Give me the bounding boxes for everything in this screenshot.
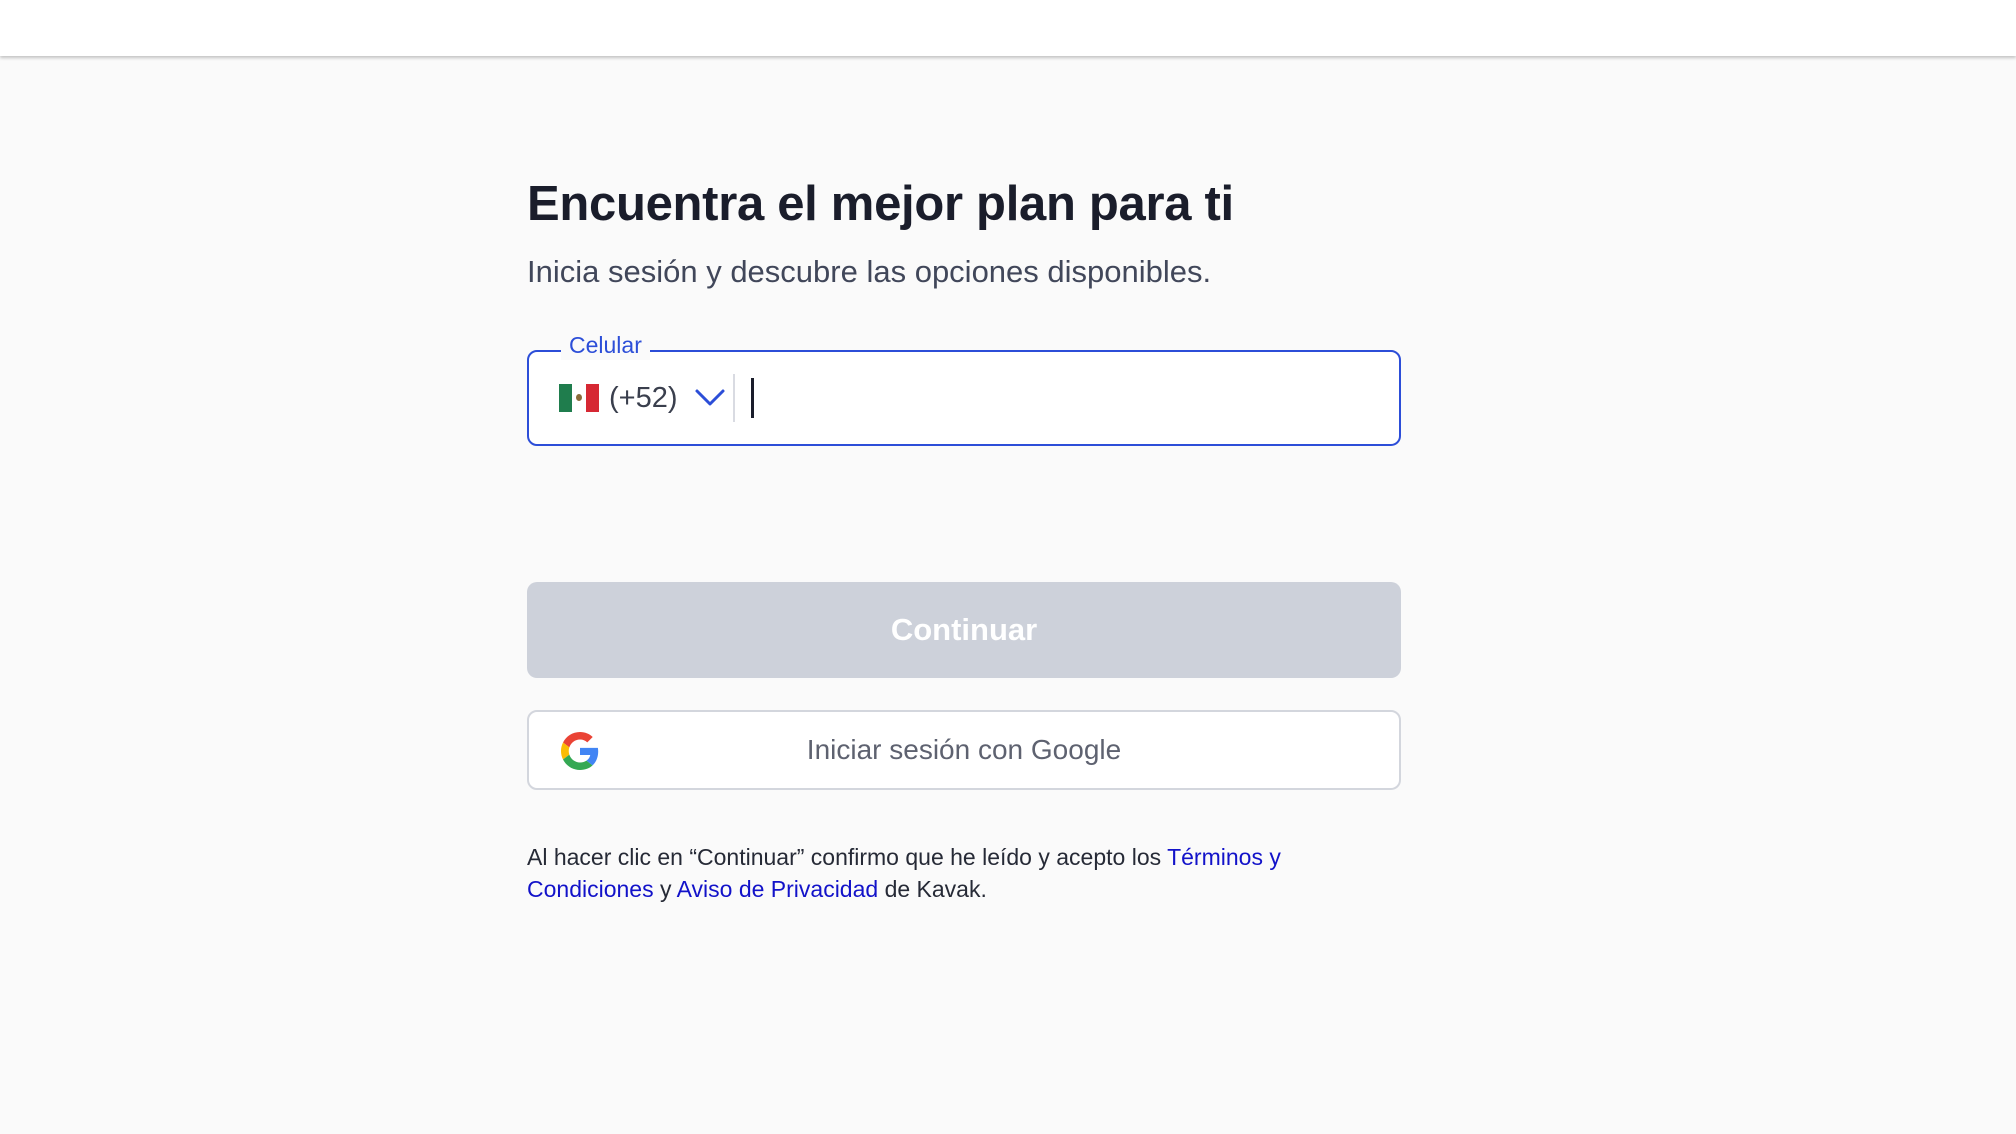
google-button-label: Iniciar sesión con Google: [806, 734, 1122, 765]
field-divider: [733, 374, 735, 422]
dial-code: (+52): [609, 381, 678, 414]
mexico-flag-icon: [559, 384, 599, 412]
page-subtitle: Inicia sesión y descubre las opciones di…: [527, 254, 1212, 289]
chevron-down-icon[interactable]: [694, 388, 726, 408]
legal-suffix: de Kavak.: [878, 876, 987, 902]
legal-connector: y: [653, 876, 677, 902]
country-code-selector[interactable]: (+52): [559, 374, 726, 422]
text-cursor: [751, 378, 754, 418]
privacy-link[interactable]: Aviso de Privacidad: [677, 876, 879, 902]
phone-field[interactable]: Celular (+52): [527, 330, 1401, 446]
top-navigation-bar: [0, 0, 2016, 56]
page-title: Encuentra el mejor plan para ti: [527, 177, 1234, 231]
legal-prefix: Al hacer clic en “Continuar” confirmo qu…: [527, 844, 1168, 870]
legal-disclaimer: Al hacer clic en “Continuar” confirmo qu…: [527, 841, 1357, 905]
phone-field-label: Celular: [561, 330, 650, 360]
continue-button[interactable]: Continuar: [527, 582, 1401, 678]
login-panel: Encuentra el mejor plan para ti Inicia s…: [527, 170, 1401, 902]
google-sign-in-button[interactable]: Iniciar sesión con Google: [527, 710, 1401, 790]
phone-input[interactable]: [747, 366, 1371, 430]
